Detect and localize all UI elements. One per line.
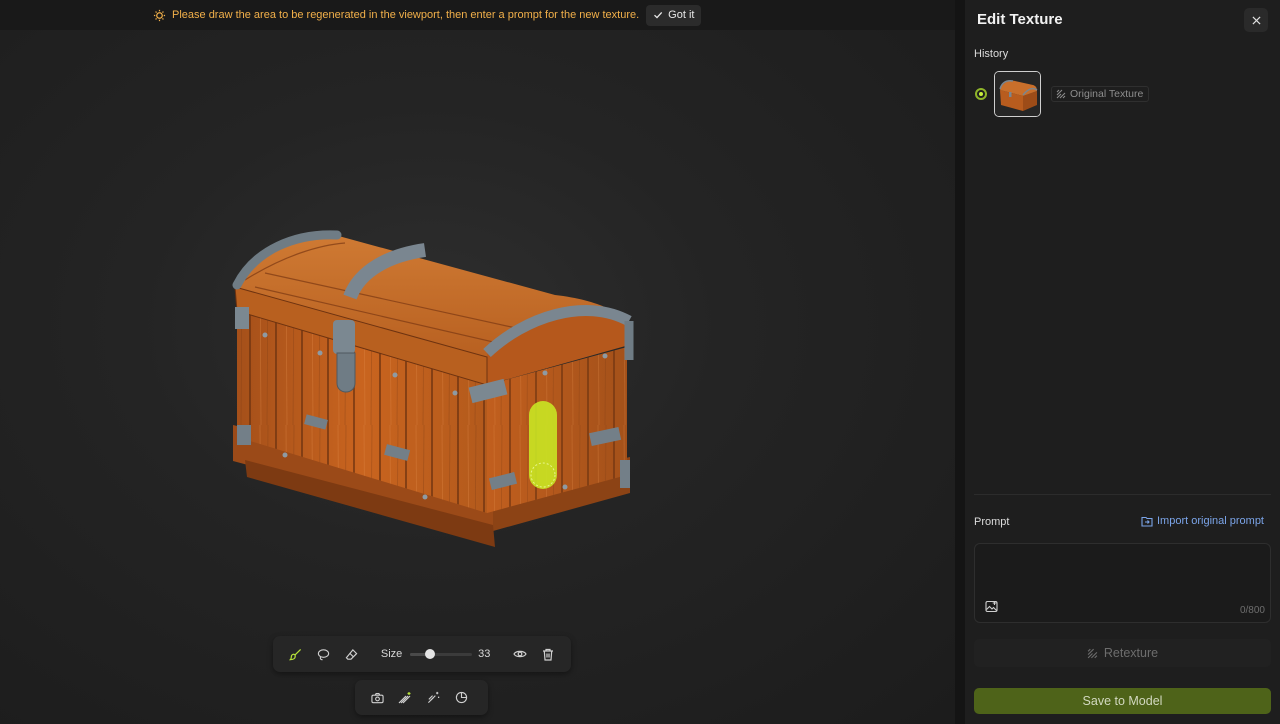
prompt-heading: Prompt xyxy=(974,516,1010,528)
save-label: Save to Model xyxy=(1082,694,1163,708)
instruction-banner: Please draw the area to be regenerated i… xyxy=(0,0,955,30)
magic-wand-button[interactable] xyxy=(419,685,447,711)
texture-icon xyxy=(1056,89,1066,99)
magic-wand-icon xyxy=(427,691,439,704)
camera-icon xyxy=(370,692,384,703)
trash-icon xyxy=(543,648,554,661)
got-it-label: Got it xyxy=(668,9,695,21)
lightbulb-icon xyxy=(152,8,166,22)
image-upload-button[interactable] xyxy=(983,598,999,614)
got-it-button[interactable]: Got it xyxy=(646,4,702,26)
panel-title: Edit Texture xyxy=(977,11,1063,28)
history-heading: History xyxy=(974,48,1009,60)
character-counter: 0/800 xyxy=(1239,605,1265,616)
brush-tool-button[interactable] xyxy=(282,641,310,667)
brush-icon xyxy=(289,648,302,660)
history-item-original-texture[interactable]: Original Texture xyxy=(1051,86,1150,102)
chest-thumbnail-image xyxy=(995,72,1040,116)
import-icon xyxy=(1141,516,1153,527)
import-original-prompt-link[interactable]: Import original prompt xyxy=(1141,515,1264,527)
eraser-tool-button[interactable] xyxy=(338,641,366,667)
panel-divider[interactable] xyxy=(955,0,965,724)
slider-thumb[interactable] xyxy=(425,649,436,659)
image-upload-icon xyxy=(984,600,998,612)
brush-size-value: 33 xyxy=(478,648,491,660)
size-label: Size xyxy=(380,648,403,660)
instruction-text: Please draw the area to be regenerated i… xyxy=(172,9,640,21)
prompt-box: 0/800 xyxy=(974,543,1271,623)
brush-size-slider[interactable] xyxy=(410,646,473,662)
history-selected-radio[interactable] xyxy=(975,88,987,100)
history-thumbnail[interactable] xyxy=(994,71,1041,117)
painted-selection-region xyxy=(529,401,557,489)
close-icon xyxy=(1251,15,1261,25)
close-panel-button[interactable] xyxy=(1244,8,1268,32)
material-button[interactable] xyxy=(447,685,475,711)
texture-icon xyxy=(1087,648,1098,658)
material-icon xyxy=(455,691,467,704)
3d-viewport[interactable]: Please draw the area to be regenerated i… xyxy=(0,0,955,724)
toggle-visibility-button[interactable] xyxy=(506,641,534,667)
retexture-label: Retexture xyxy=(1103,646,1159,660)
app-root: Please draw the area to be regenerated i… xyxy=(0,0,1280,724)
check-icon xyxy=(654,11,663,19)
eraser-icon xyxy=(346,648,358,660)
history-item-label: Original Texture xyxy=(1070,88,1144,100)
ai-paint-button[interactable] xyxy=(391,685,419,711)
lasso-icon xyxy=(318,648,330,660)
retexture-button[interactable]: Retexture xyxy=(974,639,1271,667)
paint-toolbar: Size 33 xyxy=(273,636,571,672)
lasso-tool-button[interactable] xyxy=(310,641,338,667)
edit-texture-panel: Edit Texture History Original Texture Pr… xyxy=(965,0,1280,724)
clear-selection-button[interactable] xyxy=(534,641,562,667)
prompt-textarea[interactable] xyxy=(975,544,1270,602)
save-to-model-button[interactable]: Save to Model xyxy=(974,688,1271,714)
section-divider xyxy=(974,494,1271,495)
magic-paint-icon xyxy=(398,692,411,704)
import-link-label: Import original prompt xyxy=(1157,515,1264,527)
eye-icon xyxy=(513,650,527,658)
treasure-chest-model[interactable] xyxy=(225,225,640,560)
screenshot-button[interactable] xyxy=(363,685,391,711)
view-toolbar xyxy=(355,680,488,715)
